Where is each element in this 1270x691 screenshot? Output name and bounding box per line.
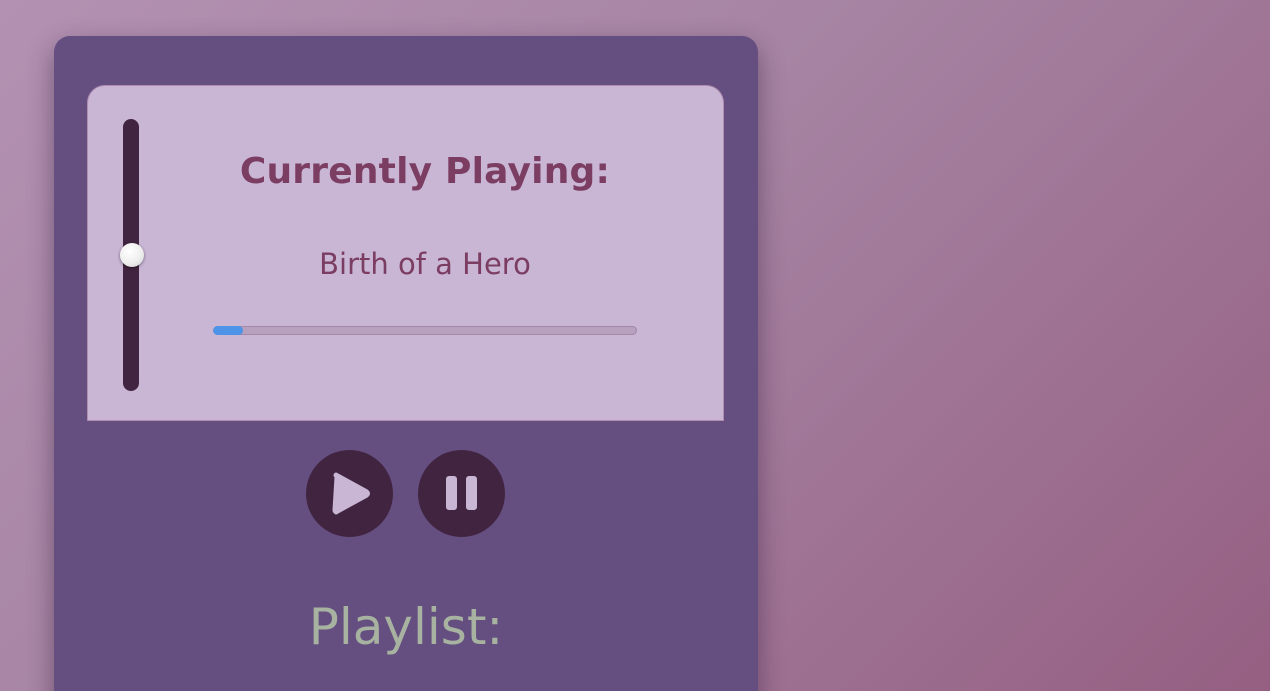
music-player: Currently Playing: Birth of a Hero Playl… [54,36,758,691]
track-progress-bar[interactable] [213,326,637,335]
track-progress-fill [213,326,243,335]
now-playing-card: Currently Playing: Birth of a Hero [87,85,724,421]
playlist-heading: Playlist: [308,598,504,656]
current-track-title: Birth of a Hero [319,247,531,281]
pause-button[interactable] [418,450,505,537]
now-playing-heading: Currently Playing: [239,151,611,192]
pause-icon [446,476,477,510]
play-button[interactable] [306,450,393,537]
play-icon [332,472,370,515]
